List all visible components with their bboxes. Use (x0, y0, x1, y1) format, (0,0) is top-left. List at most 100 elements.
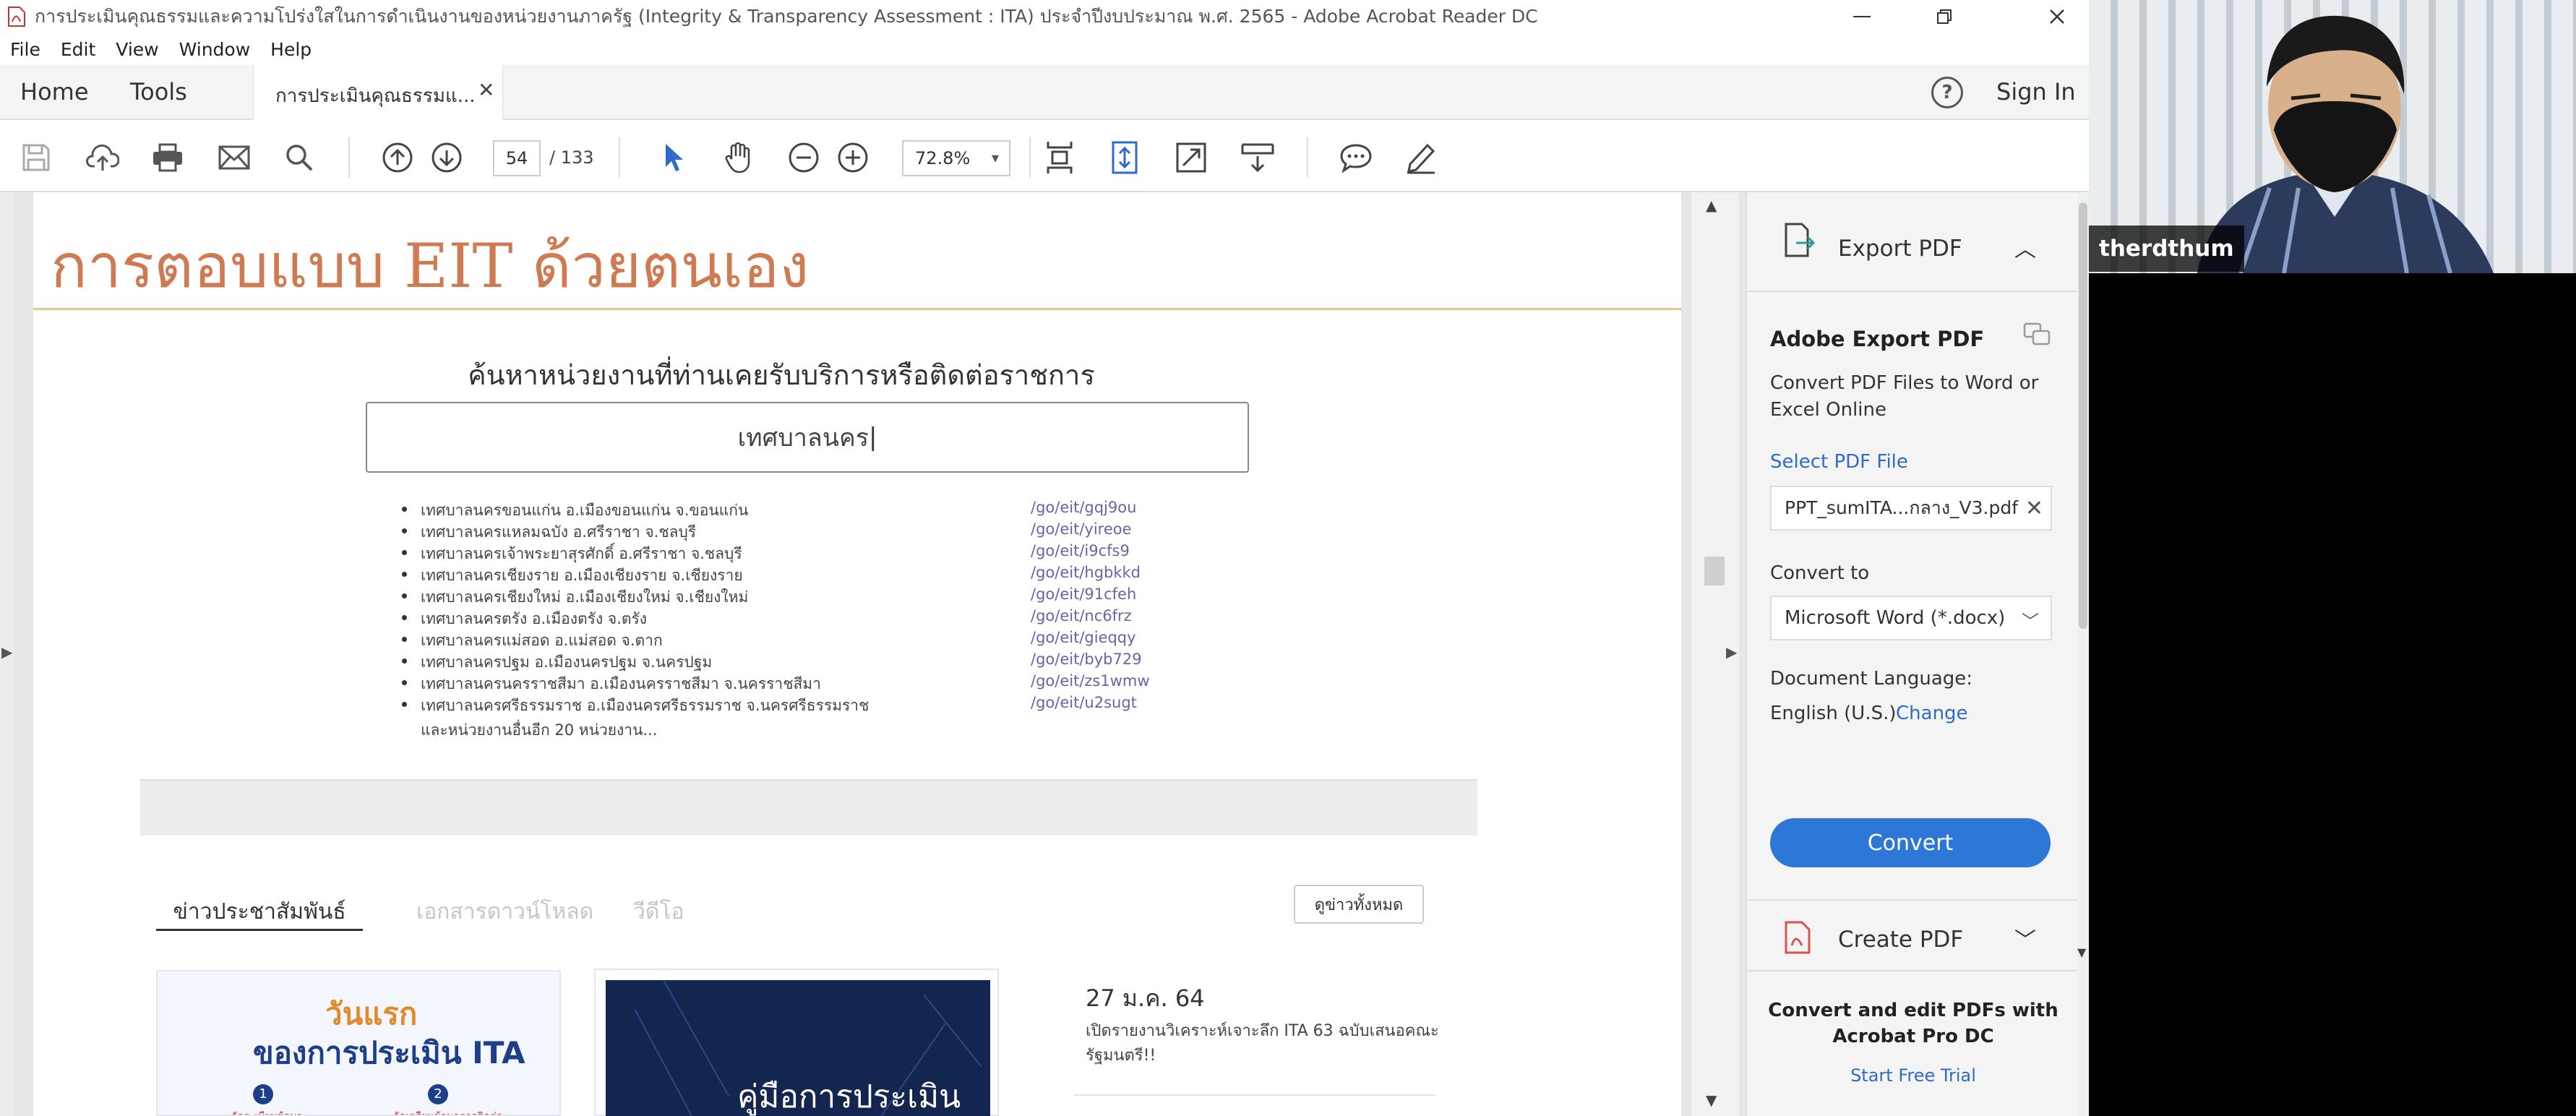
help-icon[interactable]: ? (1931, 77, 1963, 108)
menu-view[interactable]: View (116, 39, 158, 60)
menu-edit[interactable]: Edit (61, 39, 95, 60)
upload-icon[interactable] (84, 139, 121, 176)
participant-name-tag: therdthum (2089, 226, 2244, 272)
scroll-down-icon[interactable]: ▼ (1706, 1091, 1717, 1109)
toolbar-separator (348, 137, 350, 178)
restore-button[interactable] (1908, 0, 1980, 33)
remove-file-icon[interactable]: ✕ (2025, 496, 2043, 521)
print-icon[interactable] (149, 139, 186, 176)
result-link: /go/eit/91cfeh (1031, 585, 1137, 603)
export-pdf-header[interactable]: Export PDF ︿ (1747, 192, 2078, 292)
convert-button[interactable]: Convert (1770, 818, 2051, 867)
email-icon[interactable] (215, 139, 253, 176)
search-results: เทศบาลนครขอนแก่น อ.เมืองขอนแก่น จ.ขอนแก่… (402, 499, 1269, 716)
save-icon[interactable] (17, 139, 55, 176)
zoom-in-icon[interactable] (834, 139, 872, 176)
fit-page-icon[interactable] (1041, 139, 1078, 176)
scroll-down-icon[interactable]: ▼ (2077, 945, 2086, 959)
fullscreen-icon[interactable] (1172, 139, 1210, 176)
more-results-text: และหน่วยงานอื่นอีก 20 หน่วยงาน... (421, 721, 658, 739)
left-pane-toggle[interactable]: ▶ (0, 192, 14, 1116)
menu-window[interactable]: Window (179, 39, 251, 60)
format-select[interactable]: Microsoft Word (*.docx) ﹀ (1770, 596, 2052, 640)
step-caption: จัดระเบียบข้อมูล (231, 1109, 303, 1115)
change-language-link[interactable]: Change (1896, 703, 1968, 724)
list-item: เทศบาลนครแหลมฉบัง อ.ศรีราชา จ.ชลบุรี /go/… (402, 520, 1269, 542)
toolbar-separator (1029, 137, 1031, 178)
export-description: Convert PDF Files to Word or Excel Onlin… (1770, 372, 2039, 421)
search-heading: ค้นหาหน่วยงานที่ท่านเคยรับบริการหรือติดต… (468, 359, 1095, 391)
start-free-trial-link[interactable]: Start Free Trial (1747, 1065, 2078, 1086)
tab-tools[interactable]: Tools (130, 78, 187, 106)
comment-icon[interactable] (1337, 139, 1375, 176)
close-window-button[interactable] (2021, 0, 2089, 33)
prev-page-icon[interactable] (379, 139, 416, 176)
news-card-first-day: วันแรก ของการประเมิน ITA 1 2 จัดระเบียบข… (156, 970, 561, 1116)
minimize-button[interactable] (1826, 0, 1898, 33)
toolbar-separator (1307, 137, 1308, 178)
right-pane-scrollbar[interactable]: ▼ (2077, 192, 2089, 1116)
sign-in-link[interactable]: Sign In (1996, 78, 2076, 106)
see-all-news-button: ดูข่าวทั้งหมด (1294, 885, 1424, 924)
bullet-icon (402, 680, 407, 685)
slide-title: การตอบแบบ EIT ด้วยตนเอง (51, 231, 810, 301)
list-item: เทศบาลนครนครราชสีมา อ.เมืองนครราชสีมา จ.… (402, 672, 1269, 694)
read-mode-icon[interactable] (1239, 139, 1276, 176)
menu-help[interactable]: Help (270, 39, 312, 60)
scroll-up-icon[interactable]: ▲ (1706, 197, 1717, 214)
export-pdf-icon (1783, 223, 1816, 262)
manual-cover-title: คู่มือการประเมิน (737, 1078, 961, 1115)
create-pdf-header[interactable]: Create PDF ﹀ (1747, 899, 2078, 971)
scrollbar-thumb[interactable] (1704, 557, 1725, 585)
tab-videos: วีดีโอ (633, 899, 684, 924)
convert-to-label: Convert to (1770, 562, 1870, 584)
pen-icon[interactable] (1402, 139, 1440, 176)
bullet-icon (402, 615, 407, 620)
result-link: /go/eit/yireoe (1031, 520, 1132, 538)
pro-promo-text: Convert and edit PDFs with Acrobat Pro D… (1768, 1000, 2058, 1047)
result-name: เทศบาลนครเชียงราย อ.เมืองเชียงราย จ.เชีย… (421, 567, 743, 584)
manual-cover-image: คู่มือการประเมิน (606, 980, 990, 1116)
tab-home[interactable]: Home (20, 78, 89, 106)
zoom-select[interactable]: 72.8% ▾ (902, 140, 1010, 176)
result-link: /go/eit/u2sugt (1031, 694, 1137, 711)
document-tab-label: การประเมินคุณธรรมแ... (275, 85, 476, 107)
scroll-mode-icon[interactable] (1106, 139, 1143, 176)
title-bar: การประเมินคุณธรรมและความโปร่งใสในการดำเน… (0, 0, 2089, 33)
close-tab-icon[interactable]: ✕ (478, 78, 494, 102)
result-link: /go/eit/nc6frz (1031, 607, 1132, 624)
gray-band (140, 779, 1477, 836)
adobe-export-title: Adobe Export PDF (1770, 327, 1985, 351)
select-pdf-file-link[interactable]: Select PDF File (1770, 451, 1908, 473)
chevron-down-icon[interactable]: ﹀ (2014, 922, 2036, 954)
info-icon[interactable] (2023, 322, 2052, 351)
select-cursor-icon[interactable] (655, 139, 692, 176)
chevron-down-icon: ﹀ (2022, 611, 2039, 632)
result-link: /go/eit/byb729 (1031, 651, 1142, 668)
news-headline: เปิดรายงานวิเคราะห์เจาะลึก ITA 63 ฉบับเส… (1086, 1022, 1439, 1065)
page-number-input[interactable]: 54 (493, 140, 541, 176)
news-divider (1074, 1094, 1435, 1096)
chevron-up-icon[interactable]: ︿ (2014, 231, 2036, 263)
card-heading-line2: ของการประเมิน ITA (253, 1035, 525, 1070)
selected-file-field[interactable]: PPT_sumITA...กลาง_V3.pdf ✕ (1770, 486, 2052, 531)
news-date: 27 ม.ค. 64 (1086, 984, 1205, 1012)
hand-icon[interactable] (720, 139, 757, 176)
zoom-out-icon[interactable] (785, 139, 823, 176)
menu-file[interactable]: File (10, 39, 40, 60)
document-tab[interactable]: การประเมินคุณธรรมแ... ✕ (253, 65, 503, 120)
result-name: เทศบาลนครศรีธรรมราช อ.เมืองนครศรีธรรมราช… (421, 697, 870, 714)
result-link: /go/eit/gqj9ou (1031, 499, 1137, 516)
search-icon[interactable] (280, 139, 318, 176)
result-name: เทศบาลนครแม่สอด อ.แม่สอด จ.ตาก (421, 632, 663, 649)
agency-search-value: เทศบาลนคร (737, 424, 869, 452)
news-card-manual: คู่มือการประเมิน (594, 969, 999, 1116)
page-total: / 133 (549, 147, 594, 168)
next-page-icon[interactable] (428, 139, 465, 176)
list-item: เทศบาลนครขอนแก่น อ.เมืองขอนแก่น จ.ขอนแก่… (402, 499, 1269, 520)
toolbar-separator (619, 137, 620, 178)
collapse-pane-icon[interactable]: ▶ (1726, 643, 1737, 661)
chevron-down-icon: ▾ (991, 149, 999, 166)
list-item: เทศบาลนครเชียงราย อ.เมืองเชียงราย จ.เชีย… (402, 564, 1269, 585)
scrollbar-thumb[interactable] (2079, 202, 2087, 629)
